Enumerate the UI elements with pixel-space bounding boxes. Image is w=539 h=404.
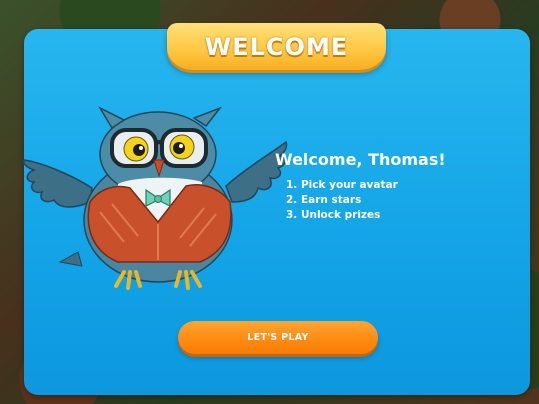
lets-play-button[interactable]: LET'S PLAY (178, 321, 378, 354)
owl-mascot-icon (22, 106, 288, 290)
instructions-list: 1. Pick your avatar 2. Earn stars 3. Unl… (286, 178, 398, 223)
owl-right-foot (174, 270, 202, 290)
instruction-step-1: 1. Pick your avatar (286, 179, 398, 191)
welcome-heading: Welcome, Thomas! (275, 150, 446, 169)
owl-left-foot (114, 270, 142, 290)
banner-title: WELCOME (204, 32, 349, 61)
welcome-banner: WELCOME (167, 23, 386, 70)
instruction-step-2: 2. Earn stars (286, 194, 362, 206)
instruction-step-3: 3. Unlock prizes (286, 209, 381, 221)
owl-left-wing (22, 159, 93, 208)
